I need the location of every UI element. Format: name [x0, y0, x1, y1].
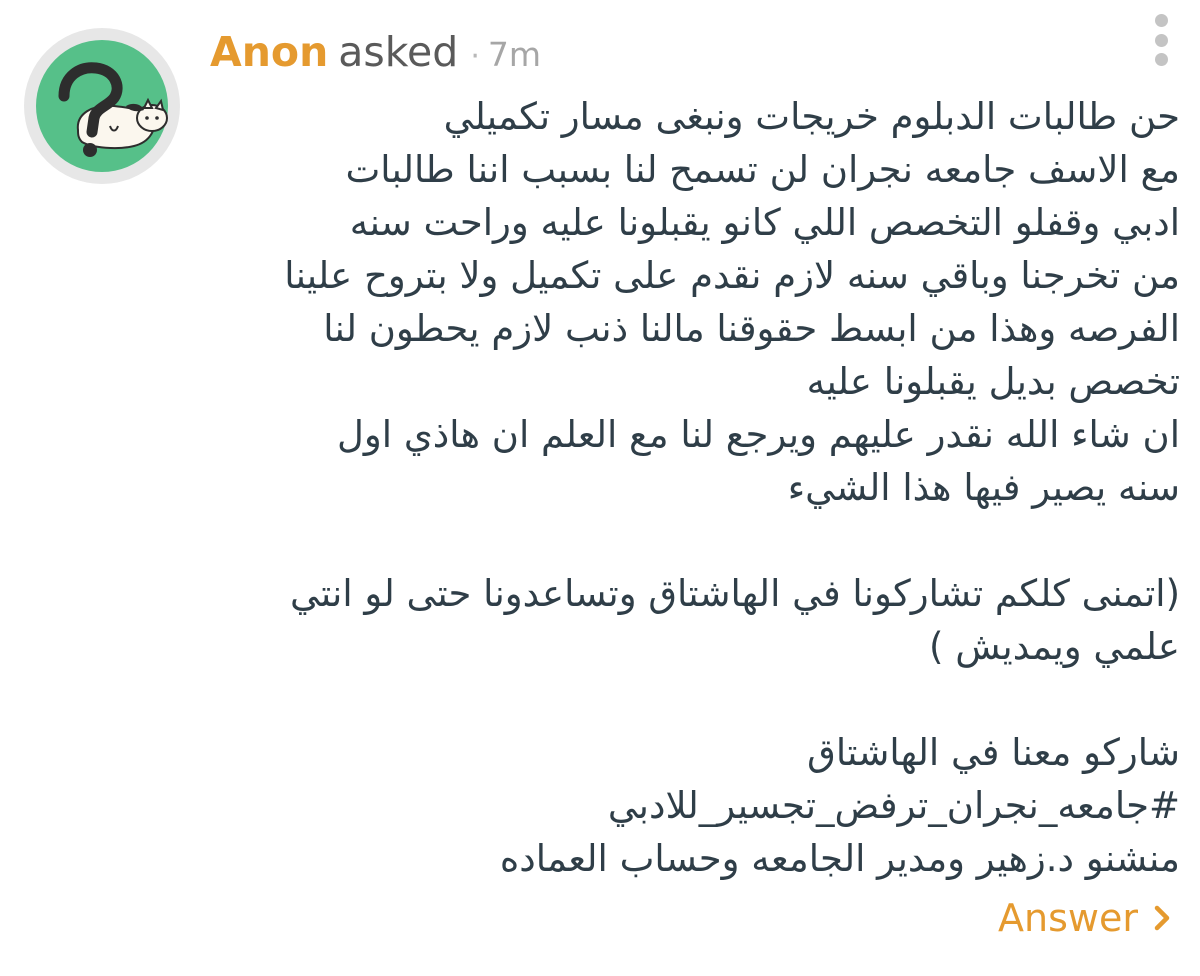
question-card: Anon asked · 7m حن طالبات الدبلوم خريجات… [0, 0, 1200, 976]
avatar[interactable] [24, 28, 180, 184]
question-line: حن طالبات الدبلوم خريجات ونبغى مسار تكمي… [443, 95, 1180, 138]
question-line: ادبي وقفلو التخصص اللي كانو يقبلونا عليه… [349, 201, 1180, 244]
question-line: ان شاء الله نقدر عليهم ويرجع لنا مع العل… [337, 413, 1180, 456]
answer-button[interactable]: Answer [998, 896, 1170, 940]
answer-label: Answer [998, 896, 1138, 940]
question-line: (اتمنى كلكم تشاركونا في الهاشتاق وتساعدو… [290, 572, 1180, 615]
more-options-icon[interactable] [1146, 14, 1176, 66]
timestamp: 7m [487, 35, 542, 74]
question-line: الفرصه وهذا من ابسط حقوقنا مالنا ذنب لاز… [323, 307, 1180, 350]
question-mark-cat-icon [36, 40, 168, 172]
action-label: asked [338, 28, 459, 76]
question-text: حن طالبات الدبلوم خريجات ونبغى مسار تكمي… [190, 90, 1180, 885]
menu-dot [1154, 53, 1168, 66]
question-line: سنه يصير فيها هذا الشيء [787, 466, 1180, 509]
menu-dot [1154, 33, 1168, 47]
question-line: علمي ويمديش ) [929, 625, 1180, 668]
question-line: منشنو د.زهير ومدير الجامعه وحساب العماده [499, 837, 1180, 880]
question-line: من تخرجنا وباقي سنه لازم نقدم على تكميل … [284, 254, 1180, 297]
author-name[interactable]: Anon [210, 28, 328, 76]
question-blank-line [190, 514, 1180, 567]
chevron-right-icon [1154, 896, 1170, 940]
question-line: مع الاسف جامعه نجران لن تسمح لنا بسبب ان… [345, 148, 1180, 191]
post-header: Anon asked · 7m [210, 28, 541, 78]
hashtag-line: #جامعه_نجران_ترفض_تجسير_للادبي [607, 784, 1180, 827]
question-blank-line [190, 673, 1180, 726]
separator-dot: · [470, 39, 480, 74]
question-line: تخصص بديل يقبلونا عليه [806, 360, 1180, 403]
menu-dot [1154, 14, 1168, 27]
question-line: شاركو معنا في الهاشتاق [807, 731, 1180, 774]
